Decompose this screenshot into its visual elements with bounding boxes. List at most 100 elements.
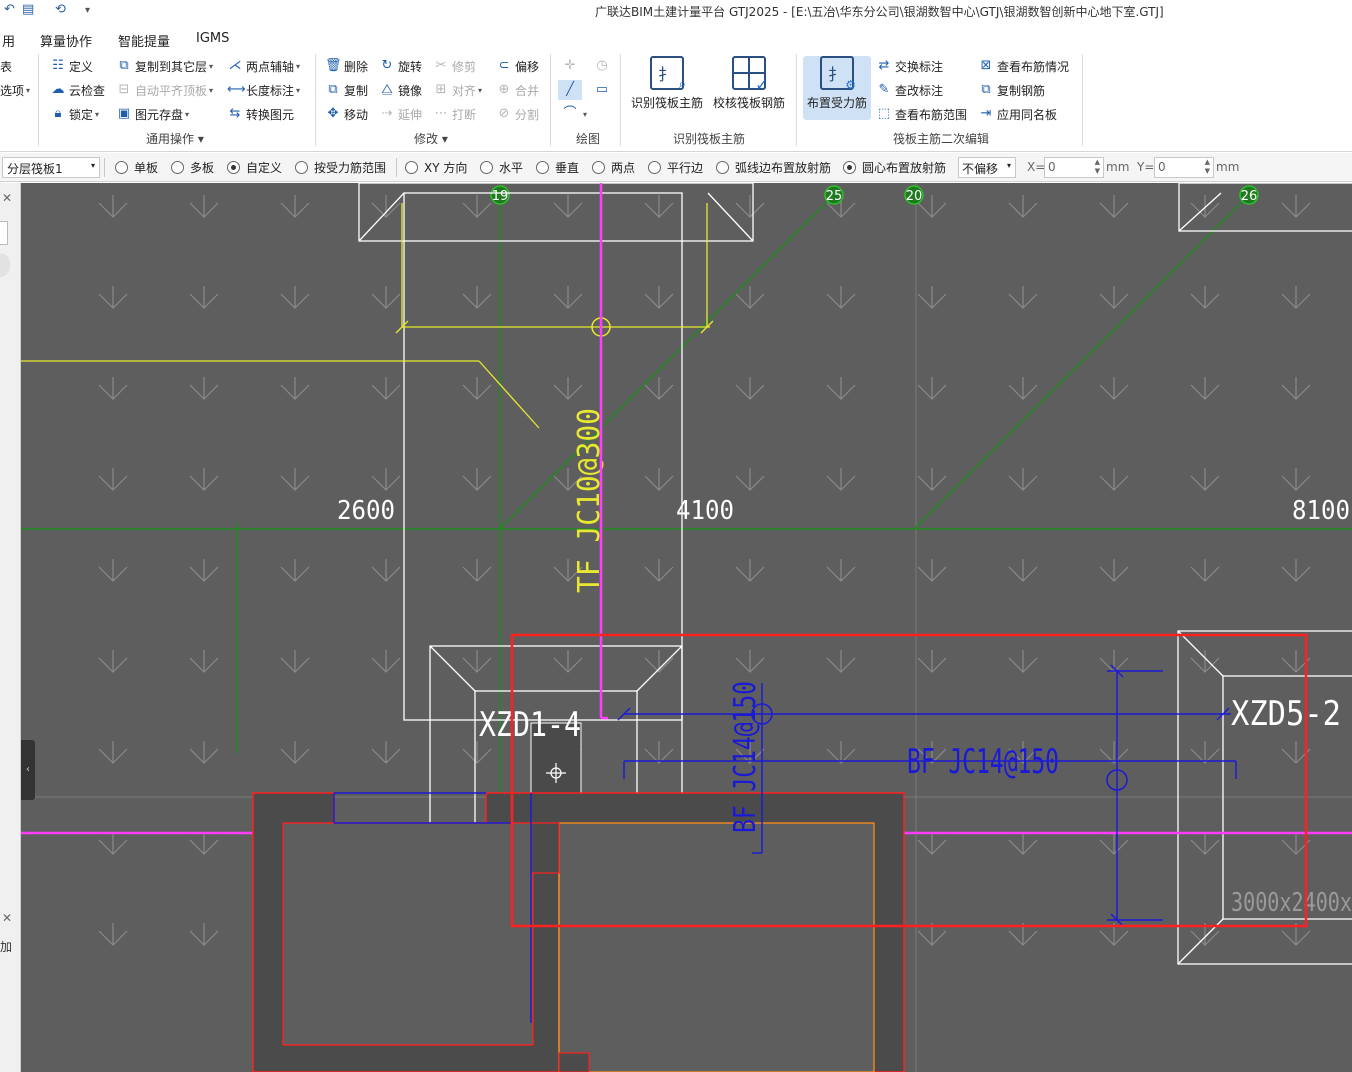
extend-button[interactable]: ⇢ 延伸	[379, 104, 422, 124]
down-arrow-icon	[1099, 286, 1129, 309]
trim-button[interactable]: ✂ 修剪	[433, 56, 476, 76]
panel-tab[interactable]	[0, 253, 10, 277]
down-arrow-icon	[98, 741, 128, 764]
apply-icon: ⇥	[980, 106, 992, 121]
down-arrow-icon	[189, 741, 219, 764]
ribbon-partial-options[interactable]: 选项 ▾	[0, 80, 30, 100]
radio-single-slab[interactable]: 单板	[115, 159, 158, 176]
close-icon[interactable]: ✕	[2, 191, 12, 205]
layer-select[interactable]: 分层筏板1 ▾	[2, 157, 100, 178]
swap-annotation-button[interactable]: ⇄ 交换标注	[876, 56, 943, 76]
down-arrow-icon	[1281, 468, 1311, 491]
chevron-down-icon: ▾	[90, 161, 95, 170]
save-element-button[interactable]: ▣ 图元存盘 ▾	[116, 104, 189, 124]
break-button[interactable]: ⋯ 打断	[433, 104, 477, 124]
radio-by-rebar-range[interactable]: 按受力筋范围	[295, 159, 386, 176]
panel-tab[interactable]	[0, 221, 8, 245]
offset-button[interactable]: ⊂ 偏移	[496, 56, 539, 76]
offset-select-value: 不偏移	[962, 162, 999, 176]
move-button[interactable]: ✥ 移动	[325, 104, 368, 124]
down-arrow-icon	[189, 650, 219, 673]
place-stress-rebar-button[interactable]: 扌 ⚙ 布置受力筋	[803, 56, 871, 120]
radio-custom[interactable]: 自定义	[227, 159, 282, 176]
divider	[620, 54, 621, 146]
align-button[interactable]: ⊞ 对齐 ▾	[433, 80, 482, 100]
length-dimension-button[interactable]: ⟷ 长度标注 ▾	[227, 80, 300, 100]
y-input[interactable]: 0 ▲ ▼	[1154, 157, 1214, 178]
edit-annotation-button[interactable]: ✎ 查改标注	[876, 80, 943, 100]
quick-access-dropdown-icon[interactable]: ▾	[85, 5, 90, 16]
undo-icon[interactable]: ↶	[4, 2, 15, 17]
down-arrow-icon	[462, 286, 492, 309]
view-rebar-range-button[interactable]: ⬚ 查看布筋范围	[876, 104, 967, 124]
mirror-button[interactable]: ⧋ 镜像	[379, 80, 422, 100]
radio-horizontal[interactable]: 水平	[480, 159, 523, 176]
menu-item-collab[interactable]: 算量协作	[40, 31, 92, 50]
radio-multi-slab[interactable]: 多板	[171, 159, 214, 176]
clock-tool[interactable]: ◷	[594, 56, 613, 76]
menu-item-partial[interactable]: 用	[2, 31, 15, 50]
point-tool[interactable]: ✛	[562, 56, 581, 76]
radio-vertical[interactable]: 垂直	[536, 159, 579, 176]
copy-layer-icon: ⧉	[119, 58, 129, 73]
close-icon[interactable]: ✕	[2, 911, 12, 925]
cloud-check-button[interactable]: ☁ 云检查	[50, 80, 106, 100]
radio-arc-radial[interactable]: 弧线边布置放射筋	[716, 159, 831, 176]
dimension-icon: ⟷	[227, 82, 246, 97]
spinner-icon[interactable]: ▲ ▼	[1095, 158, 1100, 176]
two-point-axis-button[interactable]: ⋌ 两点辅轴 ▾	[227, 56, 301, 76]
auto-align-top-button[interactable]: ⊟ 自动平齐顶板 ▾	[116, 80, 213, 100]
sync-icon[interactable]: ⟲	[55, 2, 66, 17]
drawing-canvas[interactable]: 19 25 20 26 2600 4100 8100 XZD1-4 XZD5-2…	[21, 183, 1352, 1072]
apply-same-slab-button[interactable]: ⇥ 应用同名板	[978, 104, 1057, 124]
axis-label-26: 26	[1241, 189, 1258, 204]
down-arrow-icon	[371, 559, 401, 582]
down-arrow-icon	[462, 650, 492, 673]
line-tool[interactable]: ╱	[558, 80, 582, 100]
copy-to-layer-button[interactable]: ⧉ 复制到其它层 ▾	[116, 56, 213, 76]
x-input[interactable]: 0 ▲ ▼	[1044, 157, 1104, 178]
copy-rebar-button[interactable]: ⧉ 复制钢筋	[978, 80, 1045, 100]
down-arrow-icon	[371, 468, 401, 491]
split-button[interactable]: ⊘ 分割	[496, 104, 539, 124]
spinner-icon[interactable]: ▲ ▼	[1205, 158, 1210, 176]
lock-icon: 🔒︎	[54, 106, 62, 121]
break-label: 打断	[452, 107, 477, 122]
copy-rebar-icon: ⧉	[981, 82, 991, 97]
rotate-icon: ↻	[381, 58, 393, 73]
align-top-icon: ⊟	[118, 82, 130, 97]
radio-two-point[interactable]: 两点	[592, 159, 635, 176]
down-arrow-icon	[917, 377, 947, 400]
radio-parallel-edge[interactable]: 平行边	[648, 159, 703, 176]
ribbon-partial-table[interactable]: 表	[0, 56, 12, 76]
delete-button[interactable]: 🗑︎ 删除	[325, 56, 368, 76]
recognize-raft-main-rebar-button[interactable]: 扌 ⌕ 识别筏板主筋	[627, 56, 707, 120]
layer-select-value: 分层筏板1	[7, 162, 63, 176]
menu-item-igms[interactable]: IGMS	[196, 31, 229, 46]
convert-element-button[interactable]: ⇆ 转换图元	[227, 104, 294, 124]
x-input-value: 0	[1048, 160, 1056, 174]
lock-button[interactable]: 🔒︎ 锁定 ▾	[50, 104, 100, 124]
collapse-handle[interactable]: ‹	[21, 740, 35, 800]
axis-label-20: 20	[906, 189, 923, 204]
define-button[interactable]: ☷ 定义	[50, 56, 93, 76]
check-raft-rebar-label: 校核筏板钢筋	[712, 96, 785, 110]
group-label-recognize: 识别筏板主筋	[673, 132, 746, 146]
radio-label: 垂直	[555, 161, 580, 175]
rectangle-tool[interactable]: ▭	[594, 80, 613, 100]
view-rebar-status-button[interactable]: ⊠ 查看布筋情况	[978, 56, 1069, 76]
menu-item-smart[interactable]: 智能提量	[118, 31, 170, 50]
rotate-button[interactable]: ↻ 旋转	[379, 56, 422, 76]
arc-tool[interactable]: ⌒ ▾	[562, 104, 587, 124]
radio-circle	[536, 161, 549, 174]
layout-icon[interactable]: ▤	[22, 2, 34, 17]
label-xzd1-4: XZD1-4	[479, 705, 581, 745]
merge-button[interactable]: ⊕ 合并	[496, 80, 539, 100]
radio-xy-direction[interactable]: XY 方向	[405, 159, 467, 176]
chevron-down-icon: ▾	[296, 61, 301, 71]
offset-select[interactable]: 不偏移 ▾	[958, 157, 1016, 178]
check-raft-rebar-button[interactable]: ✓ 校核筏板钢筋	[709, 56, 789, 120]
radio-center-radial[interactable]: 圆心布置放射筋	[843, 159, 946, 176]
y-label: Y=	[1137, 160, 1155, 174]
copy-button[interactable]: ⧉ 复制	[325, 80, 368, 100]
